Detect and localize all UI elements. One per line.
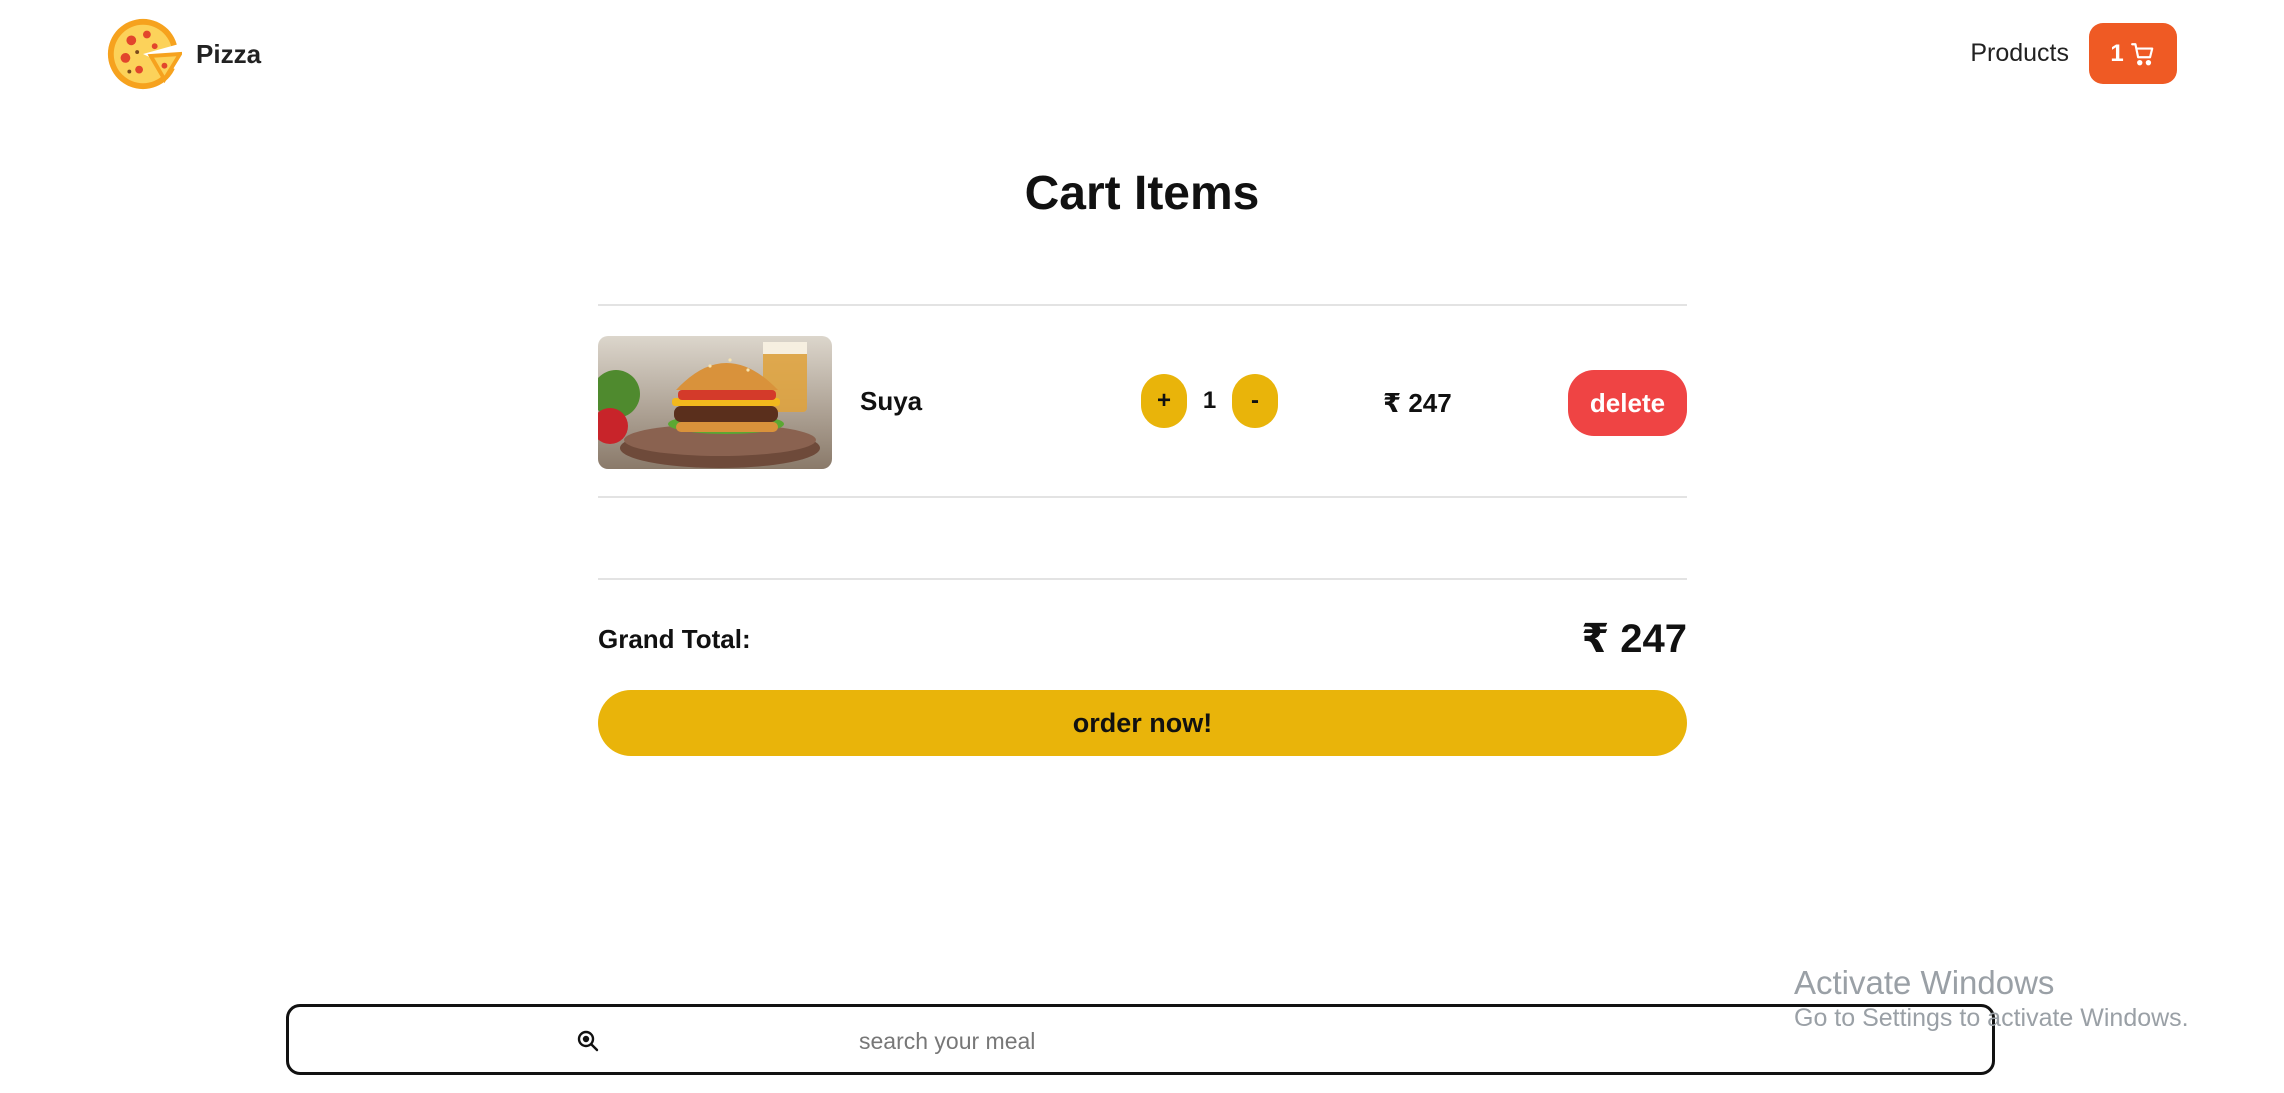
quantity-stepper: + 1 -	[1141, 374, 1278, 428]
item-name: Suya	[860, 386, 923, 416]
watermark-title: Activate Windows	[1794, 964, 2055, 1001]
brand-name: Pizza	[196, 38, 262, 69]
cart-button[interactable]: 1	[2089, 23, 2177, 84]
products-link[interactable]: Products	[1970, 39, 2069, 68]
watermark-subtitle: Go to Settings to activate Windows.	[1794, 1004, 2189, 1032]
brand[interactable]: Pizza	[104, 15, 261, 93]
page-title: Cart Items	[1024, 167, 1260, 220]
cart-icon	[2130, 41, 2156, 67]
order-now-button[interactable]: order now!	[598, 690, 1687, 756]
cart-count: 1	[2110, 39, 2124, 67]
windows-activation-watermark: Activate Windows Go to Settings to activ…	[1794, 964, 2189, 1033]
grand-total-row: Grand Total: ₹ 247	[598, 580, 1687, 690]
item-price: ₹ 247	[1383, 388, 1452, 418]
search-bar	[286, 1004, 2161, 1075]
burger-photo	[598, 336, 832, 469]
top-nav: Products 1	[1970, 23, 2177, 84]
grand-total-label: Grand Total:	[598, 624, 751, 654]
search-icon[interactable]	[576, 1029, 600, 1053]
cart-page: Pizza Products 1 Cart Items Suya + 1 - ₹…	[0, 0, 2284, 1093]
quantity-value: 1	[1202, 387, 1217, 414]
cart-section: Suya + 1 - ₹ 247 delete Grand Total: ₹ 2…	[598, 304, 1687, 756]
decrement-button[interactable]: -	[1232, 374, 1278, 428]
pizza-icon	[104, 15, 182, 93]
increment-button[interactable]: +	[1141, 374, 1187, 428]
delete-button[interactable]: delete	[1568, 370, 1687, 436]
grand-total-value: ₹ 247	[1581, 617, 1687, 661]
cart-item: Suya + 1 - ₹ 247 delete	[598, 306, 1687, 496]
